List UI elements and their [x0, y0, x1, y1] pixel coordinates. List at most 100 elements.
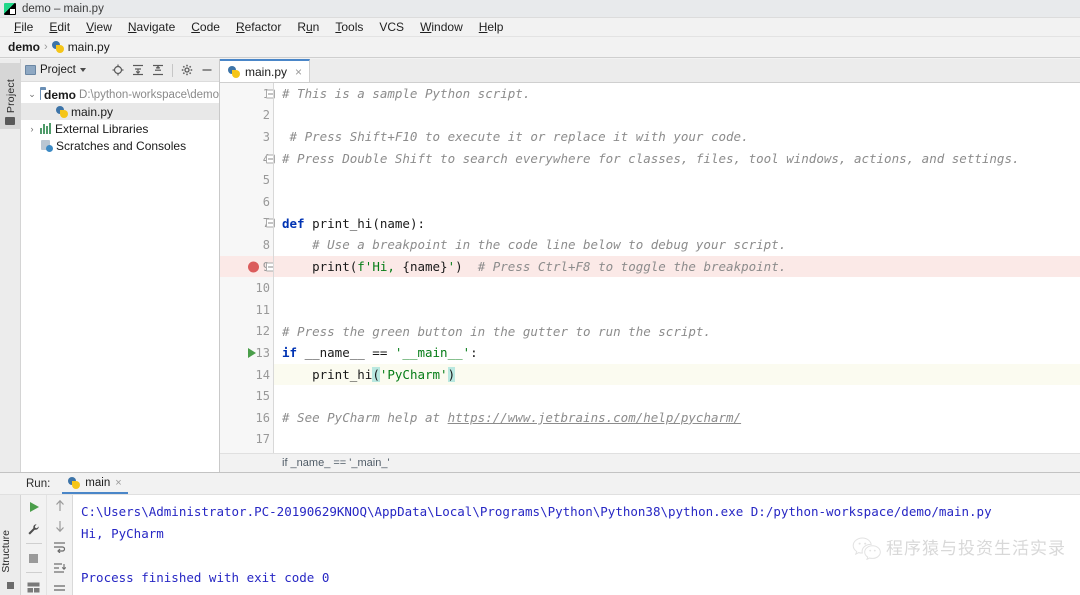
- pycharm-icon: [4, 2, 16, 15]
- code-line[interactable]: [274, 277, 1080, 299]
- arrow-up-icon[interactable]: [52, 499, 68, 513]
- run-gutter-icon[interactable]: [248, 347, 256, 358]
- run-tab-main[interactable]: main ×: [62, 473, 128, 494]
- tree-item[interactable]: ⌄ demo D:\python-workspace\demo: [21, 86, 219, 103]
- code-token: ): [447, 366, 456, 382]
- close-icon[interactable]: ×: [115, 477, 121, 489]
- gutter-line[interactable]: 9: [220, 255, 275, 278]
- code-link[interactable]: https://www.jetbrains.com/help/pycharm/: [448, 410, 742, 425]
- tab-main-py[interactable]: main.py ×: [220, 59, 311, 82]
- menu-item-code[interactable]: Code: [183, 18, 228, 37]
- gutter-line[interactable]: 11: [220, 299, 274, 321]
- scroll-to-end-icon[interactable]: [52, 561, 68, 575]
- code-token: (: [372, 366, 380, 382]
- code-token: # This is a sample Python script.: [282, 86, 531, 101]
- close-icon[interactable]: ×: [295, 65, 302, 79]
- code-token: :: [470, 345, 478, 361]
- code-line[interactable]: # This is a sample Python script.: [274, 83, 1080, 105]
- code-line[interactable]: # Use a breakpoint in the code line belo…: [274, 234, 1080, 256]
- chevron-down-icon[interactable]: [79, 68, 86, 72]
- code-line[interactable]: [274, 429, 1080, 451]
- chevron-down-icon[interactable]: ⌄: [27, 89, 37, 100]
- code-line[interactable]: print_hi('PyCharm'): [274, 363, 1080, 386]
- tree-item[interactable]: Scratches and Consoles: [21, 137, 219, 154]
- gutter-line[interactable]: 4: [220, 148, 275, 170]
- menu-item-window[interactable]: Window: [412, 18, 471, 37]
- code-token: '__main__': [394, 345, 471, 361]
- menu-item-edit[interactable]: Edit: [41, 18, 78, 37]
- layout-icon[interactable]: [26, 579, 42, 595]
- code-line[interactable]: [274, 105, 1080, 127]
- breadcrumb-root[interactable]: demo: [8, 40, 40, 54]
- toolbar-divider: [25, 572, 42, 573]
- code-line[interactable]: # Press the green button in the gutter t…: [274, 321, 1080, 343]
- menu-item-view[interactable]: View: [78, 18, 120, 37]
- code-line[interactable]: # Press Shift+F10 to execute it or repla…: [274, 126, 1080, 148]
- menu-item-help[interactable]: Help: [471, 18, 512, 37]
- menu-item-navigate[interactable]: Navigate: [120, 18, 183, 37]
- code-line[interactable]: print(f'Hi, {name}') # Press Ctrl+F8 to …: [274, 255, 1080, 278]
- code-line[interactable]: [274, 299, 1080, 321]
- code-line[interactable]: # See PyCharm help at https://www.jetbra…: [274, 407, 1080, 429]
- menu-item-file[interactable]: File: [6, 18, 41, 37]
- soft-wrap-icon[interactable]: [52, 540, 68, 554]
- run-icon[interactable]: [26, 499, 42, 515]
- menu-item-tools[interactable]: Tools: [327, 18, 371, 37]
- left-tool-strip: Project: [0, 59, 21, 472]
- code-token: # Press the green button in the gutter t…: [282, 323, 711, 339]
- stop-icon[interactable]: [26, 550, 42, 566]
- python-file-icon: [51, 41, 64, 53]
- sidebar-item-project[interactable]: Project: [0, 63, 21, 129]
- structure-icon: [7, 582, 14, 589]
- code-line[interactable]: [274, 191, 1080, 213]
- code-line[interactable]: def print_hi(name):: [274, 213, 1080, 235]
- gutter-line[interactable]: 17: [220, 429, 274, 451]
- sidebar-item-structure[interactable]: Structure: [0, 530, 21, 573]
- gear-icon[interactable]: [181, 64, 193, 76]
- arrow-down-icon[interactable]: [52, 520, 68, 534]
- project-panel: Project ⌄ demo D:\python-workspace\demo …: [21, 59, 220, 472]
- line-number: 2: [262, 108, 270, 123]
- project-view-selector[interactable]: Project: [25, 64, 86, 76]
- code-line[interactable]: # Press Double Shift to search everywher…: [274, 148, 1080, 170]
- expand-all-icon[interactable]: [132, 64, 144, 76]
- gutter-line[interactable]: 5: [220, 169, 274, 191]
- chevron-right-icon[interactable]: ›: [27, 124, 37, 134]
- gutter-line[interactable]: 1: [220, 83, 275, 105]
- minimize-icon[interactable]: [201, 64, 213, 76]
- breakpoint-icon[interactable]: [248, 261, 259, 273]
- menu-item-vcs[interactable]: VCS: [371, 18, 412, 37]
- gutter-line[interactable]: 2: [220, 105, 274, 127]
- gutter-line[interactable]: 15: [220, 385, 274, 407]
- print-icon[interactable]: [52, 581, 68, 595]
- gutter-line[interactable]: 8: [220, 234, 274, 256]
- window-title: demo – main.py: [22, 2, 104, 15]
- code-line[interactable]: if __name__ == '__main__':: [274, 342, 1080, 364]
- breadcrumb-separator: ›: [44, 41, 48, 53]
- gutter-line[interactable]: 3: [220, 126, 274, 148]
- code-line[interactable]: [274, 385, 1080, 407]
- gutter-line[interactable]: 16: [220, 407, 274, 429]
- gutter-line[interactable]: 12: [220, 321, 274, 343]
- gutter-line[interactable]: 10: [220, 277, 274, 299]
- console-output[interactable]: C:\Users\Administrator.PC-20190629KNOQ\A…: [73, 495, 1080, 595]
- tree-item[interactable]: main.py: [21, 103, 219, 120]
- menu-item-refactor[interactable]: Refactor: [228, 18, 289, 37]
- collapse-all-icon[interactable]: [152, 64, 164, 76]
- gutter-line[interactable]: 6: [220, 191, 274, 213]
- code-editor[interactable]: 1234567891011121314151617 # This is a sa…: [220, 83, 1080, 453]
- tree-item[interactable]: › External Libraries: [21, 120, 219, 137]
- breadcrumb: demo › main.py: [0, 37, 1080, 58]
- editor-gutter[interactable]: 1234567891011121314151617: [220, 83, 275, 453]
- code-line[interactable]: [274, 169, 1080, 191]
- locate-icon[interactable]: [112, 64, 124, 76]
- line-number: 15: [255, 389, 270, 404]
- menu-item-run[interactable]: Run: [289, 18, 327, 37]
- gutter-line[interactable]: 7: [220, 213, 275, 235]
- gutter-line[interactable]: 13: [220, 342, 274, 364]
- wrench-icon[interactable]: [26, 521, 42, 537]
- code-content[interactable]: # This is a sample Python script. # Pres…: [274, 83, 1080, 453]
- gutter-line[interactable]: 14: [220, 364, 274, 386]
- tree-item-label: External Libraries: [55, 121, 149, 136]
- breadcrumb-file[interactable]: main.py: [51, 40, 110, 54]
